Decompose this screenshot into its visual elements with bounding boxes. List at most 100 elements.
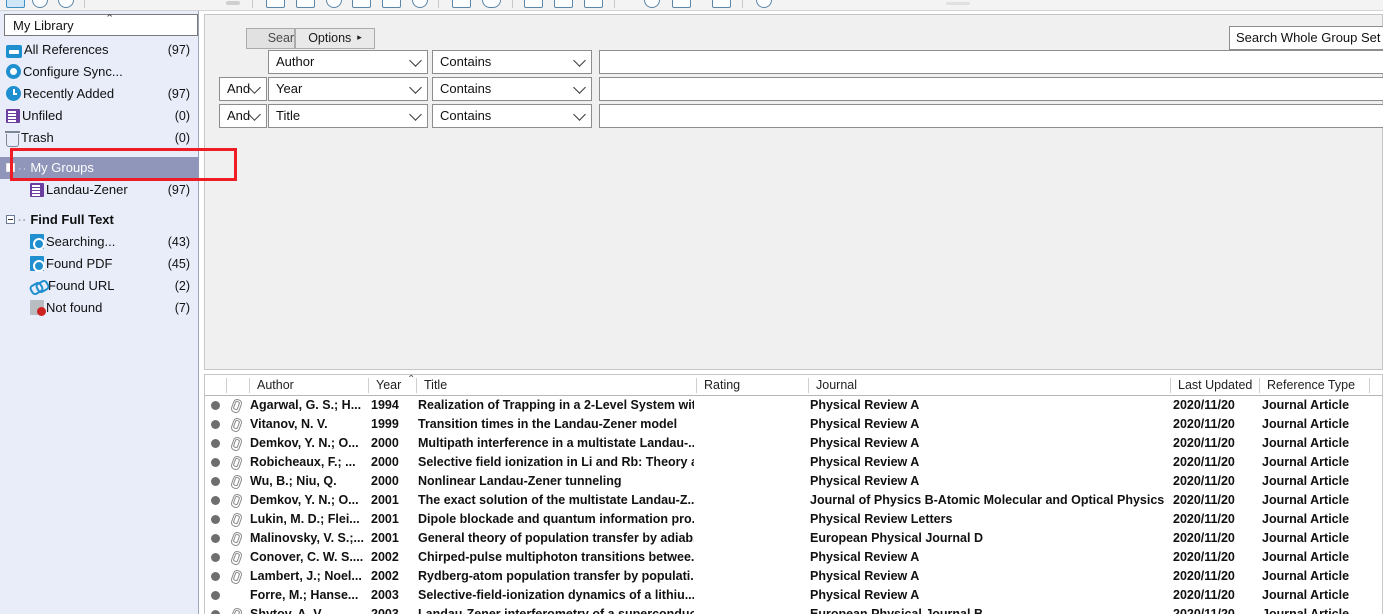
options-button[interactable]: Options ▸ — [295, 28, 375, 49]
curve-icon[interactable] — [482, 0, 501, 8]
table-row[interactable]: Malinovsky, V. S.;... 2001 General theory … — [205, 529, 1382, 548]
operator-select-2[interactable]: Contains — [432, 77, 592, 101]
read-status-icon[interactable] — [211, 477, 220, 486]
anchor-icon[interactable] — [58, 0, 74, 8]
column-header-journal[interactable]: Journal — [809, 375, 1173, 396]
table-row[interactable]: Lambert, J.; Noel... 2002 Rydberg-atom pop… — [205, 567, 1382, 586]
operator-select-1[interactable]: Contains — [432, 50, 592, 74]
find-icon[interactable] — [412, 0, 428, 8]
collapse-toggle-icon[interactable] — [6, 215, 15, 224]
read-status-icon[interactable] — [211, 401, 220, 410]
table-row[interactable]: Demkov, Y. N.; O... 2000 Multipath interfe… — [205, 434, 1382, 453]
field-select-1[interactable]: Author — [268, 50, 428, 74]
table-row[interactable]: Conover, C. W. S.... 2002 Chirped-pulse mu… — [205, 548, 1382, 567]
boolean-select-2[interactable]: And — [219, 77, 267, 101]
search-value-input-3[interactable] — [599, 104, 1383, 128]
field-select-2[interactable]: Year — [268, 77, 428, 101]
boolean-select-3[interactable]: And — [219, 104, 267, 128]
read-status-icon[interactable] — [211, 420, 220, 429]
share-icon[interactable] — [584, 0, 603, 8]
table-row[interactable]: Forre, M.; Hanse... 2003 Selective-field-i… — [205, 586, 1382, 605]
read-status-icon[interactable] — [211, 458, 220, 467]
table-row[interactable]: Vitanov, N. V. 1999 Transition times in th… — [205, 415, 1382, 434]
open-pdf-icon[interactable] — [266, 0, 285, 8]
read-status-icon[interactable] — [211, 610, 220, 614]
read-status-icon[interactable] — [211, 572, 220, 581]
read-status-icon[interactable] — [211, 496, 220, 505]
table-row[interactable]: Robicheaux, F.; ... 2000 Selective field i… — [205, 453, 1382, 472]
read-status-icon[interactable] — [211, 534, 220, 543]
column-divider[interactable] — [1369, 378, 1370, 393]
attachment-paperclip-icon[interactable] — [231, 532, 242, 545]
column-divider[interactable] — [368, 378, 369, 393]
sidebar-item-recently-added[interactable]: Recently Added (97) — [0, 83, 199, 105]
attachment-paperclip-icon[interactable] — [231, 418, 242, 431]
search-value-input-2[interactable] — [599, 77, 1383, 101]
attachment-paperclip-icon[interactable] — [231, 399, 242, 412]
read-status-icon[interactable] — [211, 515, 220, 524]
column-header-read-status[interactable] — [205, 375, 227, 396]
page-icon[interactable] — [352, 0, 371, 8]
blank-icon[interactable] — [452, 0, 471, 8]
field-select-3[interactable]: Title — [268, 104, 428, 128]
column-header-title[interactable]: Title — [417, 375, 699, 396]
column-header-last-updated[interactable]: Last Updated — [1171, 375, 1259, 396]
dash-icon[interactable] — [226, 1, 240, 5]
edit-icon[interactable] — [554, 0, 573, 8]
column-divider[interactable] — [1259, 378, 1260, 393]
sidebar-item-searching[interactable]: Searching... (43) — [0, 231, 199, 253]
column-divider[interactable] — [696, 378, 697, 393]
attachment-paperclip-icon[interactable] — [231, 551, 242, 564]
zoom-icon[interactable] — [326, 0, 342, 8]
note-icon[interactable] — [524, 0, 543, 8]
table-row[interactable]: Wu, B.; Niu, Q. 2000 Nonlinear Landau-Zene… — [205, 472, 1382, 491]
page-icon-2[interactable] — [382, 0, 401, 8]
read-status-icon[interactable] — [211, 439, 220, 448]
read-status-icon[interactable] — [211, 553, 220, 562]
operator-select-3[interactable]: Contains — [432, 104, 592, 128]
read-status-icon[interactable] — [211, 591, 220, 600]
sidebar-item-landau-zener[interactable]: Landau-Zener (97) — [0, 179, 199, 201]
export-icon[interactable] — [712, 0, 731, 8]
layout-icon[interactable] — [6, 0, 25, 8]
sidebar-item-all-references[interactable]: All References (97) — [0, 39, 199, 61]
sidebar-item-unfiled[interactable]: Unfiled (0) — [0, 105, 199, 127]
column-divider[interactable] — [808, 378, 809, 393]
search-whole-group-set-input[interactable]: Search Whole Group Set — [1229, 26, 1383, 50]
sidebar-item-configure-sync[interactable]: Configure Sync... — [0, 61, 199, 83]
sidebar-item-trash[interactable]: Trash (0) — [0, 127, 199, 149]
search-value-input-1[interactable] — [599, 50, 1383, 74]
sidebar-item-not-found[interactable]: Not found (7) — [0, 297, 199, 319]
column-divider[interactable] — [226, 378, 227, 393]
column-header-rating[interactable]: Rating — [697, 375, 809, 396]
circle-icon[interactable] — [756, 0, 772, 8]
attachment-paperclip-icon[interactable] — [231, 513, 242, 526]
attachment-paperclip-icon[interactable] — [231, 570, 242, 583]
library-selector[interactable]: My Library ⌃ — [4, 12, 198, 36]
column-header-year[interactable]: Year ⌃ — [369, 375, 421, 396]
table-row[interactable]: Shytov, A. V. 2003 Landau-Zener interferom… — [205, 605, 1382, 614]
collapse-toggle-icon[interactable] — [6, 163, 15, 172]
sidebar-item-my-groups[interactable]: ·· My Groups — [0, 157, 199, 179]
sidebar-item-found-url[interactable]: Found URL (2) — [0, 275, 199, 297]
attachment-paperclip-icon[interactable] — [231, 437, 242, 450]
column-header-reference-type[interactable]: Reference Type — [1260, 375, 1370, 396]
panel-icon[interactable] — [672, 0, 691, 8]
table-row[interactable]: Demkov, Y. N.; O... 2001 The exact solutio… — [205, 491, 1382, 510]
attachment-paperclip-icon[interactable] — [231, 608, 242, 614]
column-divider[interactable] — [416, 378, 417, 393]
insert-citation-icon[interactable] — [296, 0, 315, 8]
table-row[interactable]: Lukin, M. D.; Flei... 2001 Dipole blockade… — [205, 510, 1382, 529]
table-row[interactable]: Agarwal, G. S.; H... 1994 Realization of T… — [205, 396, 1382, 415]
attachment-paperclip-icon[interactable] — [231, 475, 242, 488]
attachment-paperclip-icon[interactable] — [231, 494, 242, 507]
sidebar-item-found-pdf[interactable]: Found PDF (45) — [0, 253, 199, 275]
sync-icon[interactable] — [644, 0, 660, 8]
globe-icon[interactable] — [32, 0, 48, 8]
column-divider[interactable] — [1170, 378, 1171, 393]
sidebar-item-find-full-text[interactable]: ·· Find Full Text — [0, 209, 199, 231]
column-divider[interactable] — [249, 378, 250, 393]
chevron-up-icon[interactable]: ⌃ — [105, 12, 114, 25]
column-header-author[interactable]: Author — [250, 375, 372, 396]
attachment-paperclip-icon[interactable] — [231, 456, 242, 469]
